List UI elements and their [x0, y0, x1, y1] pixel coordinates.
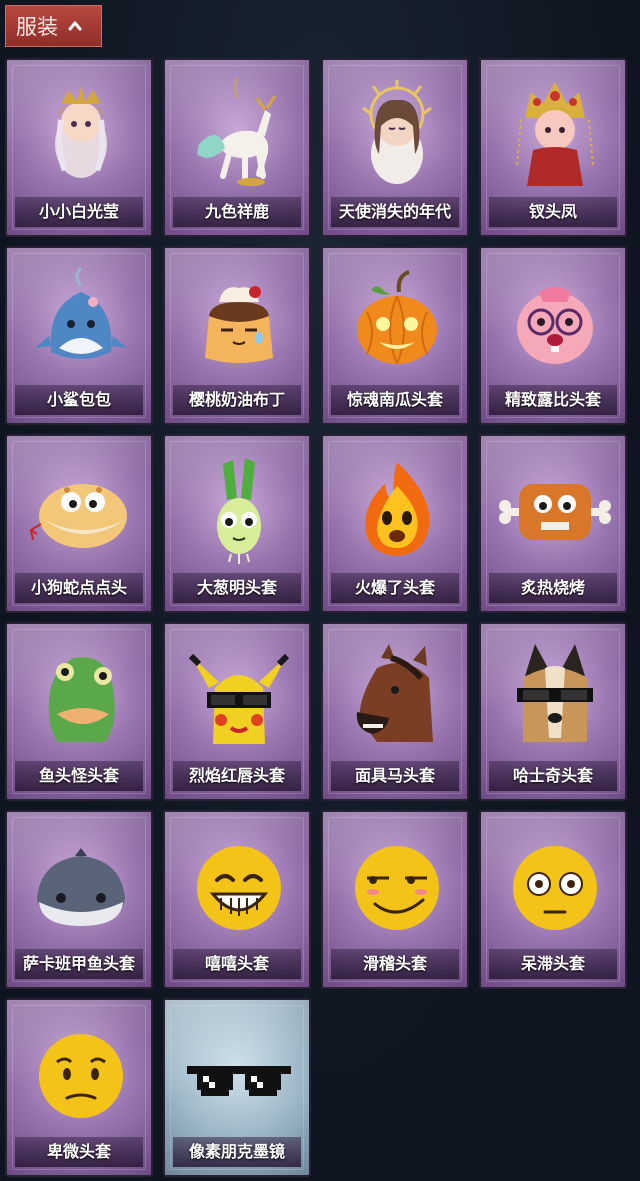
- costume-card[interactable]: 小狗蛇点点头: [5, 434, 153, 613]
- item-name: 滑稽头套: [331, 949, 459, 979]
- item-name: 惊魂南瓜头套: [331, 385, 459, 415]
- item-name: 小狗蛇点点头: [15, 573, 143, 603]
- item-name: 樱桃奶油布丁: [173, 385, 301, 415]
- flushed-emoji-icon: [513, 846, 597, 930]
- pudding-icon: [205, 286, 273, 363]
- costume-panel: 服装 小小白光莹 九色祥鹿 天使消失的年代 钗头凤 小鲨包包 樱桃奶油布丁 惊魂…: [0, 0, 640, 1181]
- item-name: 天使消失的年代: [331, 197, 459, 227]
- white-deer-icon: [197, 77, 277, 186]
- item-name: 小小白光莹: [15, 197, 143, 227]
- costume-card[interactable]: 炙热烧烤: [479, 434, 627, 613]
- section-title: 服装: [16, 15, 58, 39]
- husky-head-icon: [517, 644, 593, 742]
- item-name: 像素朋克墨镜: [173, 1137, 301, 1167]
- costume-card[interactable]: 萨卡班甲鱼头套: [5, 810, 153, 989]
- yellow-mouse-icon: [188, 653, 290, 744]
- item-name: 面具马头套: [331, 761, 459, 791]
- horse-head-icon: [356, 644, 433, 742]
- chevron-up-icon: [68, 21, 82, 31]
- costume-card[interactable]: 卑微头套: [5, 998, 153, 1177]
- meat-bone-icon: [499, 484, 611, 540]
- snake-head-icon: [29, 484, 127, 548]
- costume-card[interactable]: 小小白光莹: [5, 58, 153, 237]
- item-name: 呆滞头套: [489, 949, 617, 979]
- costume-card[interactable]: 哈士奇头套: [479, 622, 627, 801]
- costume-card[interactable]: 樱桃奶油布丁: [163, 246, 311, 425]
- costume-card[interactable]: 火爆了头套: [321, 434, 469, 613]
- pleading-emoji-icon: [39, 1034, 123, 1118]
- costume-section-toggle[interactable]: 服装: [5, 5, 102, 47]
- costume-card[interactable]: 鱼头怪头套: [5, 622, 153, 801]
- pixel-sunglasses-icon: [187, 1066, 291, 1096]
- costume-card[interactable]: 精致露比头套: [479, 246, 627, 425]
- item-name: 卑微头套: [15, 1137, 143, 1167]
- costume-card[interactable]: 面具马头套: [321, 622, 469, 801]
- fire-spirit-icon: [365, 462, 430, 556]
- costume-card[interactable]: 像素朋克墨镜: [163, 998, 311, 1177]
- grin-emoji-icon: [197, 846, 281, 930]
- green-onion-icon: [217, 458, 261, 564]
- item-name: 精致露比头套: [489, 385, 617, 415]
- item-name: 钗头凤: [489, 197, 617, 227]
- fish-head-icon: [48, 657, 115, 742]
- ancient-fish-icon: [37, 848, 125, 926]
- costume-card[interactable]: 滑稽头套: [321, 810, 469, 989]
- angel-girl-icon: [362, 80, 432, 184]
- costume-card[interactable]: 惊魂南瓜头套: [321, 246, 469, 425]
- pumpkin-icon: [357, 270, 437, 365]
- phoenix-crown-girl-icon: [516, 82, 594, 186]
- costume-card[interactable]: 嘻嘻头套: [163, 810, 311, 989]
- item-name: 炙热烧烤: [489, 573, 617, 603]
- smirk-emoji-icon: [355, 846, 439, 930]
- costume-card[interactable]: 九色祥鹿: [163, 58, 311, 237]
- costume-card[interactable]: 天使消失的年代: [321, 58, 469, 237]
- item-name: 哈士奇头套: [489, 761, 617, 791]
- costume-card[interactable]: 大葱明头套: [163, 434, 311, 613]
- item-name: 大葱明头套: [173, 573, 301, 603]
- item-name: 烈焰红唇头套: [173, 761, 301, 791]
- chibi-goddess-icon: [55, 86, 107, 178]
- item-name: 九色祥鹿: [173, 197, 301, 227]
- costume-card[interactable]: 小鲨包包: [5, 246, 153, 425]
- item-name: 鱼头怪头套: [15, 761, 143, 791]
- shark-bag-icon: [35, 266, 127, 359]
- costume-card[interactable]: 烈焰红唇头套: [163, 622, 311, 801]
- item-name: 小鲨包包: [15, 385, 143, 415]
- pink-beaver-icon: [517, 287, 593, 364]
- costume-card[interactable]: 呆滞头套: [479, 810, 627, 989]
- item-name: 火爆了头套: [331, 573, 459, 603]
- costume-card[interactable]: 钗头凤: [479, 58, 627, 237]
- costume-grid: 小小白光莹 九色祥鹿 天使消失的年代 钗头凤 小鲨包包 樱桃奶油布丁 惊魂南瓜头…: [5, 58, 635, 1178]
- item-name: 嘻嘻头套: [173, 949, 301, 979]
- item-name: 萨卡班甲鱼头套: [15, 949, 143, 979]
